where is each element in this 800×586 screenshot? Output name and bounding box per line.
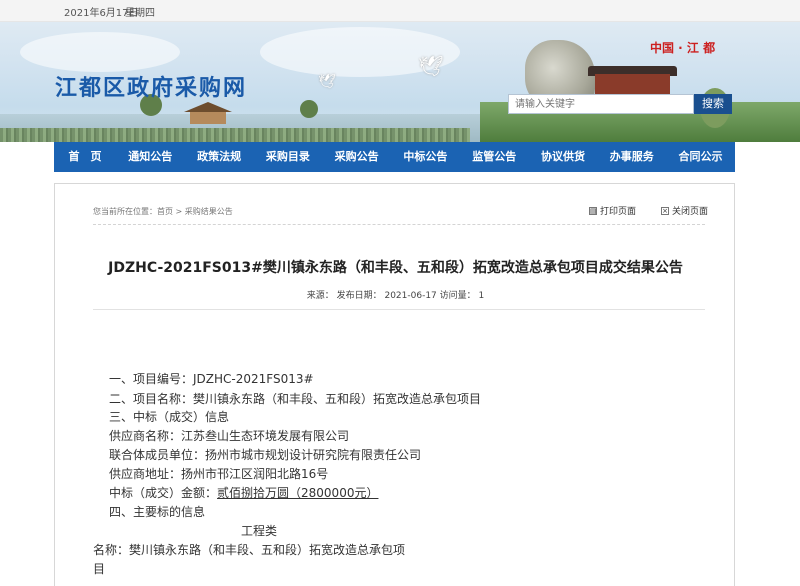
article-line: 目 (93, 562, 106, 576)
pavilion-roof-decoration (184, 102, 232, 112)
article-title: JDZHC-2021FS013#樊川镇永东路（和丰段、五和段）拓宽改造总承包项目… (108, 260, 683, 276)
brand-logo: 中国 · 江 都 (650, 41, 716, 55)
article-line: 一、项目编号：JDZHC-2021FS013# (109, 372, 314, 386)
nav-item-agreement[interactable]: 协议供货 (529, 142, 598, 172)
close-icon: × (661, 206, 669, 215)
breadcrumb: 您当前所在位置：首页 > 采购结果公告 (93, 207, 233, 216)
dove-icon: 🕊 (418, 54, 444, 78)
cloud-decoration (20, 32, 180, 72)
current-weekday: 星期四 (125, 8, 155, 19)
article-line: 二、项目名称：樊川镇永东路（和丰段、五和段）拓宽改造总承包项目 (109, 392, 482, 406)
article-line: 四、主要标的信息 (109, 505, 206, 519)
article-line: 名称：樊川镇永东路（和丰段、五和段）拓宽改造总承包项 (93, 543, 406, 557)
nav-item-catalog[interactable]: 采购目录 (253, 142, 322, 172)
nav-item-awards[interactable]: 中标公告 (391, 142, 460, 172)
nav-item-home[interactable]: 首 页 (54, 142, 116, 172)
article-line: 联合体成员单位：扬州市城市规划设计研究院有限责任公司 (109, 448, 422, 462)
nav-item-services[interactable]: 办事服务 (597, 142, 666, 172)
article-line: 三、中标（成交）信息 (109, 410, 230, 424)
site-title: 江都区政府采购网 (55, 76, 248, 101)
nav-item-procurement[interactable]: 采购公告 (322, 142, 391, 172)
article-line: 供应商地址：扬州市邗江区润阳北路16号 (109, 467, 329, 481)
search-button[interactable]: 搜索 (694, 94, 732, 114)
nav-item-policies[interactable]: 政策法规 (185, 142, 254, 172)
nav-item-notices[interactable]: 通知公告 (116, 142, 185, 172)
divider (93, 309, 705, 310)
award-amount-label: 中标（成交）金额： (109, 486, 218, 500)
search-input[interactable] (508, 94, 694, 114)
temple-decoration (595, 74, 670, 94)
award-amount-value: 贰佰捌拾万圆（2800000元） (217, 486, 379, 500)
print-page-link[interactable]: ▤ 打印页面 (589, 204, 636, 217)
article-line: 供应商名称：江苏叁山生态环境发展有限公司 (109, 429, 350, 443)
close-page-label: 关闭页面 (672, 207, 709, 217)
pavilion-decoration (190, 112, 226, 124)
reeds-decoration (0, 128, 470, 142)
nav-item-supervision[interactable]: 监管公告 (460, 142, 529, 172)
article-line: 工程类 (241, 524, 278, 538)
article-panel: 您当前所在位置：首页 > 采购结果公告 ▤ 打印页面 × 关闭页面 JDZHC-… (54, 183, 735, 586)
dove-icon: 🕊 (318, 74, 336, 90)
main-nav: 首 页 通知公告 政策法规 采购目录 采购公告 中标公告 监管公告 协议供货 办… (54, 142, 735, 172)
close-page-link[interactable]: × 关闭页面 (661, 204, 708, 217)
nav-item-contracts[interactable]: 合同公示 (666, 142, 735, 172)
tree-decoration (300, 100, 318, 118)
print-page-label: 打印页面 (600, 207, 637, 217)
divider (93, 224, 705, 225)
article-line: 中标（成交）金额：贰佰捌拾万圆（2800000元） (109, 484, 378, 501)
print-icon: ▤ (589, 206, 597, 215)
top-date-bar: 2021年6月17日 星期四 (0, 0, 800, 22)
article-meta: 来源： 发布日期： 2021-06-17 访问量： 1 (306, 291, 485, 301)
